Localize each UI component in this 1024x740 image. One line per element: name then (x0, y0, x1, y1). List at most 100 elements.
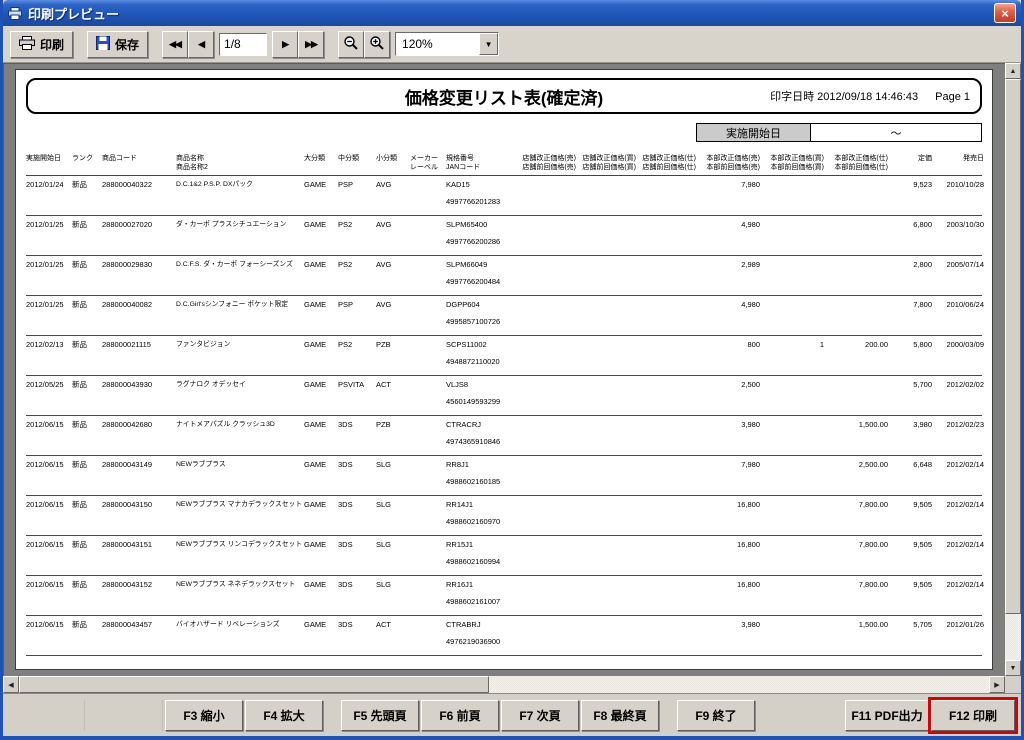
print-button[interactable]: 印刷 (10, 31, 73, 58)
function-bar-gap (757, 700, 843, 731)
cell-maker (410, 296, 446, 335)
magnifier-minus-icon (343, 35, 359, 54)
function-key-f11-pdf-output[interactable]: F11 PDF出力 (845, 700, 929, 731)
cell-category-major: GAME (304, 296, 338, 335)
h-scroll-track[interactable] (19, 676, 989, 693)
function-key-f6-prev-page[interactable]: F6 前頁 (421, 700, 499, 731)
zoom-value: 120% (396, 33, 479, 55)
function-key-f4-enlarge[interactable]: F4 拡大 (245, 700, 323, 731)
prev-page-icon: ◀ (198, 39, 204, 50)
cell-category-minor: SLG (376, 536, 410, 575)
vertical-scrollbar[interactable]: ▲ ▼ (1005, 63, 1021, 676)
title-bar: 印刷プレビュー × (3, 0, 1021, 26)
cell-rank: 新品 (72, 496, 102, 535)
v-scroll-thumb[interactable] (1005, 79, 1021, 614)
cell-maker (410, 576, 446, 615)
next-page-button[interactable]: ▶ (272, 31, 298, 58)
printer-icon (19, 36, 35, 53)
arrow-up-icon: ▲ (1010, 68, 1017, 75)
last-page-button[interactable]: ▶▶ (298, 31, 324, 58)
cell-category-minor: SLG (376, 496, 410, 535)
cell-hq-buy-price (760, 496, 824, 535)
column-header: 規格番号JANコード (446, 154, 516, 172)
cell-rank: 新品 (72, 256, 102, 295)
cell-product-name: ダ・カーポ プラスシチュエーション (176, 216, 304, 255)
cell-shop-buy-price (576, 576, 636, 615)
cell-hq-cost-price: 200.00 (824, 336, 888, 375)
cell-product-code: 288000043457 (102, 616, 176, 655)
cell-category-middle: 3DS (338, 496, 376, 535)
function-key-f8-last-page[interactable]: F8 最終頁 (581, 700, 659, 731)
cell-product-code: 288000043151 (102, 536, 176, 575)
cell-maker (410, 256, 446, 295)
zoom-level-select[interactable]: 120% ▼ (395, 32, 499, 56)
table-row: 2012/05/25 新品 288000043930 ラグナロク オデッセイ G… (26, 376, 982, 416)
function-key-f12-print[interactable]: F12 印刷 (931, 700, 1015, 731)
column-header: 本部改正価格(仕)本部前回価格(仕) (824, 154, 888, 172)
function-key-f7-next-page[interactable]: F7 次頁 (501, 700, 579, 731)
cell-hq-cost-price (824, 256, 888, 295)
horizontal-scrollbar[interactable]: ◀ ▶ (3, 676, 1021, 693)
cell-maker (410, 216, 446, 255)
cell-start-date: 2012/01/25 (26, 296, 72, 335)
cell-product-code: 288000040082 (102, 296, 176, 335)
cell-shop-cost-price (636, 496, 696, 535)
close-button[interactable]: × (994, 3, 1016, 23)
cell-rank: 新品 (72, 376, 102, 415)
cell-category-minor: SLG (376, 576, 410, 615)
next-page-icon: ▶ (282, 39, 288, 50)
cell-rank: 新品 (72, 176, 102, 215)
cell-product-code: 288000027020 (102, 216, 176, 255)
cell-shop-sell-price (516, 616, 576, 655)
cell-release-date: 2003/10/30 (932, 216, 984, 255)
h-scroll-thumb[interactable] (19, 676, 489, 693)
cell-start-date: 2012/06/15 (26, 536, 72, 575)
cell-category-major: GAME (304, 536, 338, 575)
cell-shop-buy-price (576, 416, 636, 455)
cell-rank: 新品 (72, 616, 102, 655)
cell-model-jan: RR16J14988602161007 (446, 576, 516, 615)
zoom-in-button[interactable] (364, 31, 390, 58)
filter-value-cell: ～ (811, 124, 981, 141)
table-row: 2012/06/15 新品 288000043457 バイオハザード リベレーシ… (26, 616, 982, 656)
cell-hq-cost-price: 7,800.00 (824, 496, 888, 535)
cell-rank: 新品 (72, 576, 102, 615)
cell-hq-buy-price (760, 256, 824, 295)
cell-product-name: NEWラブプラス マナカデラックスセット (176, 496, 304, 535)
scroll-left-button[interactable]: ◀ (3, 676, 19, 693)
cell-release-date: 2012/02/14 (932, 536, 984, 575)
first-page-button[interactable]: ◀◀ (162, 31, 188, 58)
zoom-dropdown-button[interactable]: ▼ (479, 33, 498, 55)
cell-start-date: 2012/06/15 (26, 496, 72, 535)
cell-shop-cost-price (636, 416, 696, 455)
scroll-right-button[interactable]: ▶ (989, 676, 1005, 693)
function-key-f5-first-page[interactable]: F5 先頭頁 (341, 700, 419, 731)
cell-shop-sell-price (516, 536, 576, 575)
cell-maker (410, 376, 446, 415)
scroll-down-button[interactable]: ▼ (1005, 660, 1021, 676)
page-indicator-input[interactable] (219, 33, 267, 56)
cell-shop-sell-price (516, 176, 576, 215)
arrow-right-icon: ▶ (994, 681, 999, 689)
cell-product-code: 288000043152 (102, 576, 176, 615)
function-key-f3-shrink[interactable]: F3 縮小 (165, 700, 243, 731)
cell-hq-sell-price: 800 (696, 336, 760, 375)
function-bar-gap (325, 700, 339, 731)
cell-hq-buy-price (760, 416, 824, 455)
prev-page-button[interactable]: ◀ (188, 31, 214, 58)
cell-hq-sell-price: 2,989 (696, 256, 760, 295)
scroll-up-button[interactable]: ▲ (1005, 63, 1021, 79)
function-key-f9-exit[interactable]: F9 終了 (677, 700, 755, 731)
save-button[interactable]: 保存 (87, 31, 148, 58)
column-header: 中分類 (338, 154, 376, 172)
zoom-out-button[interactable] (338, 31, 364, 58)
cell-category-major: GAME (304, 176, 338, 215)
cell-hq-sell-price: 3,980 (696, 416, 760, 455)
column-header: 本部改正価格(売)本部前回価格(売) (696, 154, 760, 172)
last-page-icon: ▶▶ (305, 39, 317, 50)
cell-category-major: GAME (304, 576, 338, 615)
cell-product-name: ナイトメアパズル クラッシュ3D (176, 416, 304, 455)
v-scroll-track[interactable] (1005, 79, 1021, 660)
cell-category-major: GAME (304, 616, 338, 655)
cell-shop-buy-price (576, 456, 636, 495)
